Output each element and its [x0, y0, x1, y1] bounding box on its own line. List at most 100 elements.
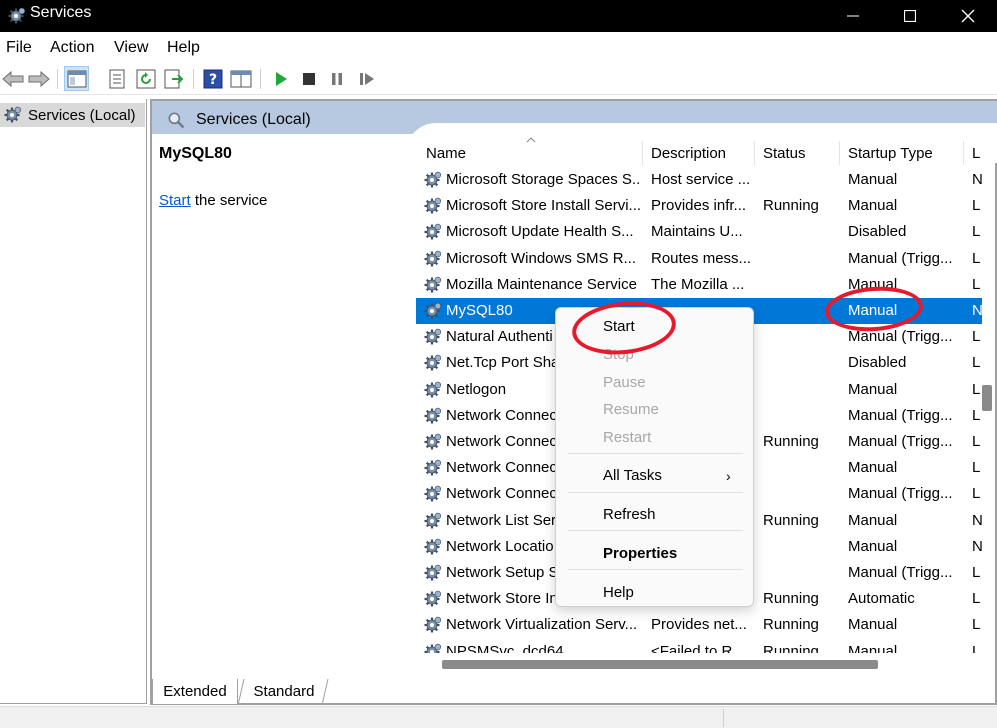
back-button[interactable] — [0, 66, 25, 91]
column-divider — [839, 141, 840, 165]
table-row[interactable]: Mozilla Maintenance Service The Mozilla .… — [416, 272, 982, 298]
resume-service-button[interactable] — [354, 66, 379, 91]
menu-item-properties[interactable]: Properties — [603, 545, 677, 562]
cell-startup: Manual — [848, 302, 898, 319]
menu-item-help[interactable]: Help — [603, 584, 634, 601]
export-list-button[interactable] — [104, 66, 129, 91]
cell-description: Routes mess... — [651, 249, 751, 267]
gears-icon — [423, 223, 442, 241]
export-button[interactable] — [161, 66, 186, 91]
gears-icon — [423, 249, 442, 268]
play-icon — [275, 71, 287, 86]
minimize-button[interactable] — [824, 0, 882, 32]
menu-item-start[interactable]: Start — [603, 318, 635, 335]
menu-file[interactable]: File — [6, 39, 32, 57]
horizontal-scrollbar[interactable] — [438, 657, 878, 671]
status-bar — [0, 706, 997, 728]
table-row[interactable]: Microsoft Windows SMS R... Routes mess...… — [416, 246, 982, 272]
cell-status: Running — [763, 197, 819, 215]
console-button[interactable] — [228, 66, 253, 91]
gears-icon — [423, 459, 442, 477]
svg-text:?: ? — [208, 72, 216, 88]
menu-separator — [568, 492, 743, 493]
maximize-button[interactable] — [881, 0, 939, 32]
service-action-suffix: the service — [190, 192, 268, 209]
close-icon — [961, 9, 975, 23]
toolbar-separator — [260, 69, 261, 89]
show-tree-button[interactable] — [64, 66, 89, 91]
help-button[interactable]: ? — [200, 66, 225, 91]
start-service-button[interactable] — [268, 66, 293, 91]
window-title: Services — [30, 4, 92, 21]
menu-separator — [568, 569, 743, 570]
gears-icon — [423, 485, 442, 503]
cell-description: <Failed to R... — [651, 642, 745, 653]
context-menu: Start Stop Pause Resume Restart All Task… — [555, 307, 754, 607]
toolbar: ? — [0, 63, 997, 95]
cell-status: Running — [763, 511, 819, 529]
gears-icon — [423, 406, 442, 425]
toolbar-separator — [57, 69, 58, 89]
cell-status: Running — [763, 616, 819, 634]
column-divider — [963, 141, 964, 165]
vertical-scroll-thumb[interactable] — [982, 385, 992, 411]
cell-startup: Manual — [848, 537, 898, 555]
column-header-status[interactable]: Status — [763, 145, 806, 162]
cell-startup: Manual — [848, 459, 898, 477]
gears-icon — [7, 6, 26, 25]
maximize-icon — [904, 10, 916, 22]
tree-item-services-local[interactable]: Services (Local) — [0, 103, 145, 127]
column-header-description[interactable]: Description — [651, 145, 726, 162]
gears-icon — [423, 563, 442, 582]
stop-service-button[interactable] — [296, 66, 321, 91]
cell-startup: Manual — [848, 511, 898, 529]
pause-service-button[interactable] — [324, 66, 349, 91]
cell-name: Mozilla Maintenance Service — [446, 275, 637, 293]
view-tabs: Extended Standard — [152, 679, 452, 705]
cell-name: Microsoft Update Health S... — [446, 223, 634, 241]
gears-icon — [423, 616, 442, 634]
table-row[interactable]: Microsoft Update Health S... Maintains U.… — [416, 219, 982, 245]
gears-icon — [423, 170, 442, 189]
chevron-right-icon: › — [726, 468, 731, 484]
menu-view[interactable]: View — [114, 39, 148, 57]
tree-item-label: Services (Local) — [28, 106, 136, 124]
cell-startup: Manual — [848, 616, 898, 634]
tab-slant — [321, 679, 329, 705]
tab-standard[interactable]: Standard — [242, 679, 326, 705]
gears-icon — [3, 106, 22, 124]
column-header-startup-type[interactable]: Startup Type — [848, 145, 933, 162]
refresh-button[interactable] — [133, 66, 158, 91]
console-tree: Services (Local) — [0, 99, 147, 704]
cell-status: Running — [763, 590, 819, 608]
start-service-link[interactable]: Start — [159, 192, 191, 209]
menu-item-all-tasks[interactable]: All Tasks — [603, 467, 662, 484]
cell-startup: Manual (Trigg... — [848, 249, 953, 267]
column-header-name[interactable]: Name — [426, 145, 466, 162]
menu-help[interactable]: Help — [167, 39, 200, 57]
forward-button[interactable] — [26, 66, 51, 91]
table-row[interactable]: Network Virtualization Serv... Provides n… — [416, 612, 982, 638]
console-icon — [230, 70, 251, 87]
horizontal-scroll-thumb[interactable] — [442, 660, 878, 669]
table-row[interactable]: Microsoft Storage Spaces S... Host servic… — [416, 167, 983, 193]
gears-icon — [423, 275, 442, 294]
toolbar-separator — [193, 69, 194, 89]
table-row[interactable]: Microsoft Store Install Servi... Provides… — [416, 193, 982, 219]
forward-arrow-icon — [28, 70, 50, 87]
sort-ascending-icon — [526, 137, 536, 143]
menu-item-refresh[interactable]: Refresh — [603, 506, 656, 523]
cell-description: Provides net... — [651, 616, 747, 634]
vertical-scrollbar[interactable] — [979, 137, 993, 655]
cell-startup: Manual (Trigg... — [848, 328, 953, 346]
export-icon — [164, 69, 183, 88]
gears-icon — [423, 590, 442, 608]
cell-startup: Manual — [848, 642, 898, 653]
table-row[interactable]: NPSMSvc_dcd64 <Failed to R... Running Manua… — [416, 639, 982, 653]
menu-action[interactable]: Action — [50, 39, 94, 57]
back-arrow-icon — [1, 70, 23, 87]
cell-startup: Manual — [848, 275, 898, 293]
tab-slant — [237, 679, 245, 705]
close-button[interactable] — [939, 0, 997, 32]
tab-extended[interactable]: Extended — [152, 679, 238, 705]
